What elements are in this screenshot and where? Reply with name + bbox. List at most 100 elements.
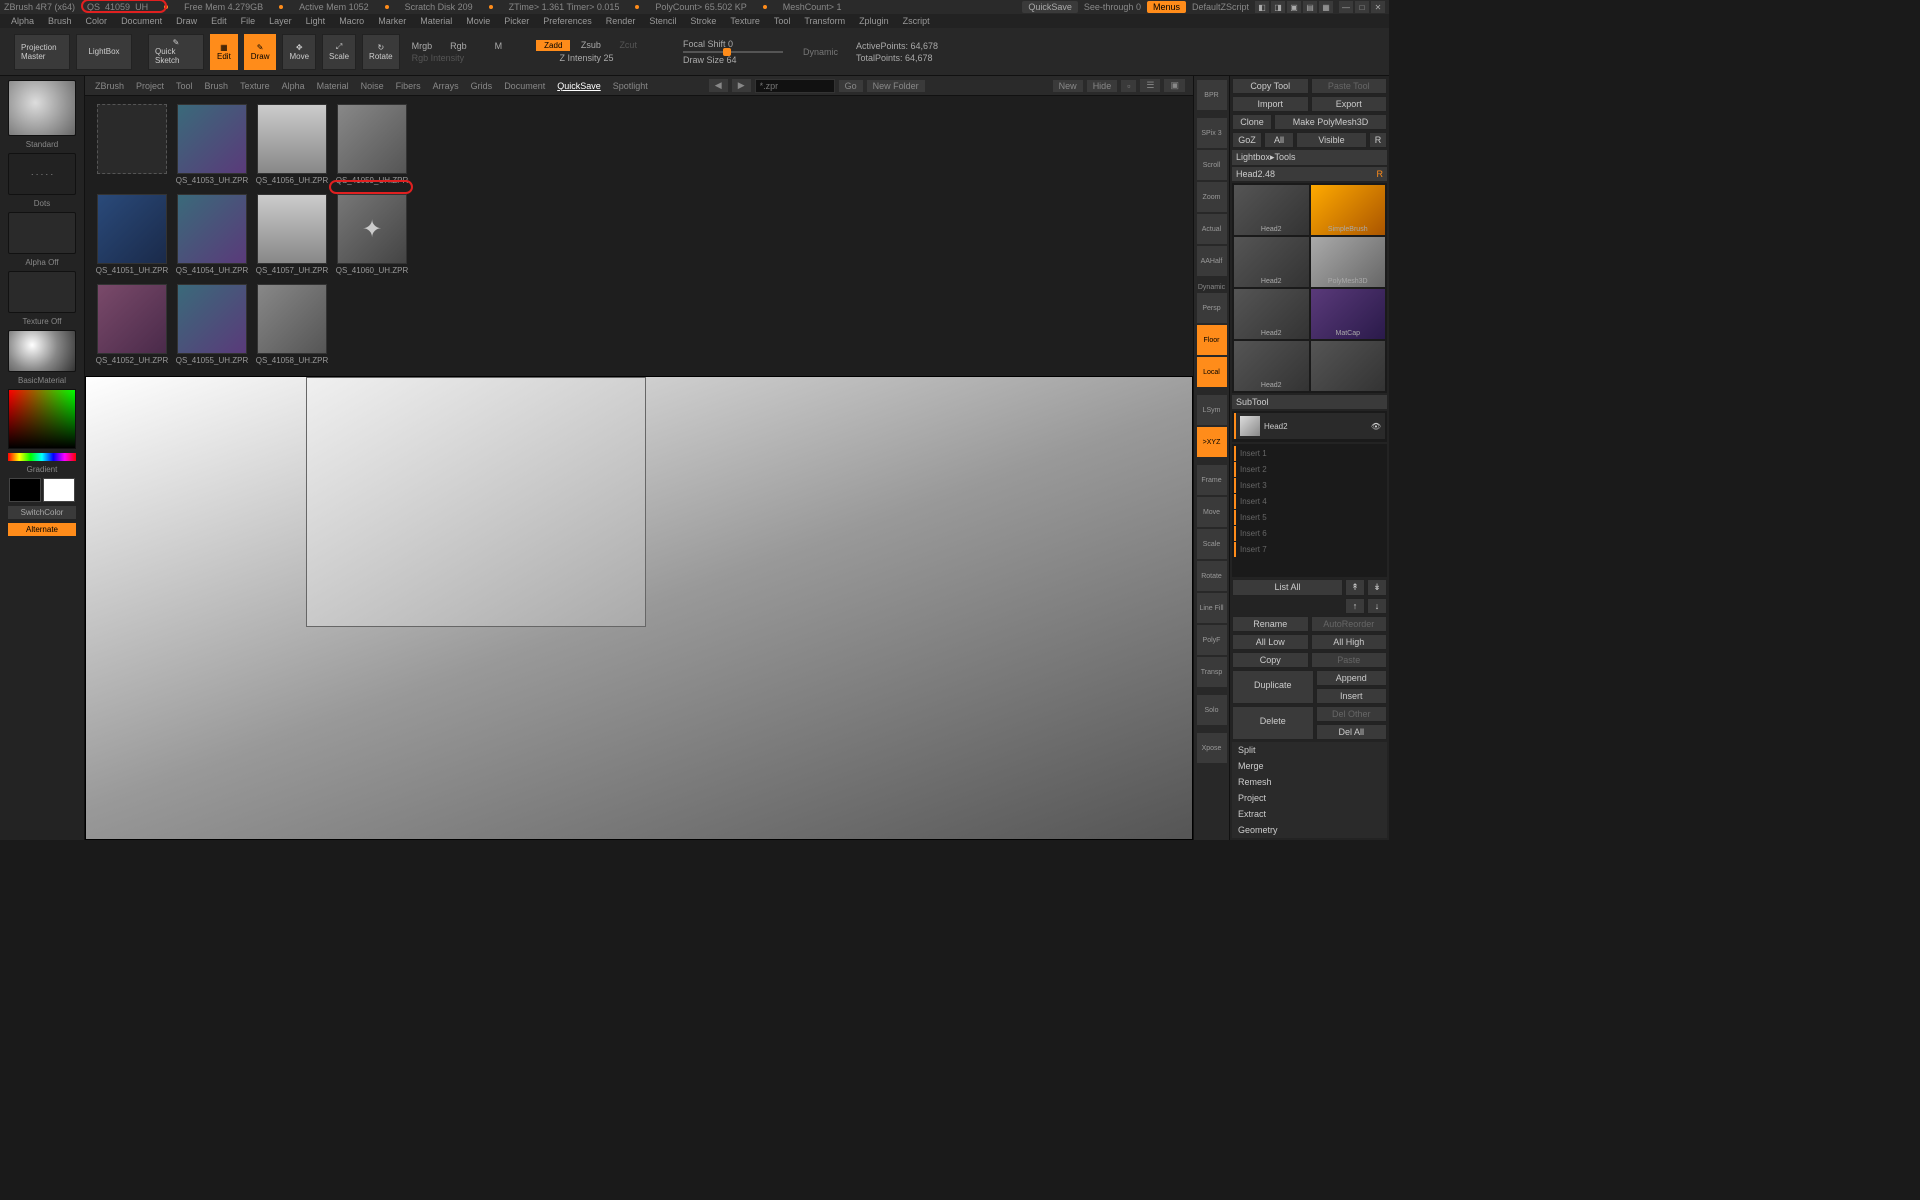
- section-project[interactable]: Project: [1232, 790, 1387, 806]
- rt-local[interactable]: Local: [1197, 357, 1227, 387]
- tool-thumb[interactable]: Head2: [1234, 237, 1309, 287]
- subtool-slot[interactable]: Insert 4: [1234, 494, 1385, 509]
- rt-linefill[interactable]: Line Fill: [1197, 593, 1227, 623]
- quicksave-thumb[interactable]: ✦QS_41060_UH.ZPR: [333, 194, 411, 282]
- tab-texture[interactable]: Texture: [238, 79, 272, 93]
- rt-solo[interactable]: Solo: [1197, 695, 1227, 725]
- menu-tool[interactable]: Tool: [769, 16, 796, 26]
- menu-texture[interactable]: Texture: [725, 16, 765, 26]
- quicksave-thumb[interactable]: QS_41058_UH.ZPR: [253, 284, 331, 372]
- menu-alpha[interactable]: Alpha: [6, 16, 39, 26]
- material-thumbnail[interactable]: [8, 330, 76, 372]
- quicksave-thumb[interactable]: QS_41054_UH.ZPR: [173, 194, 251, 282]
- menu-file[interactable]: File: [236, 16, 261, 26]
- subtool-slot[interactable]: Insert 2: [1234, 462, 1385, 477]
- clone-button[interactable]: Clone: [1232, 114, 1272, 130]
- subtool-header[interactable]: SubTool: [1232, 395, 1387, 409]
- tool-thumb[interactable]: MatCap: [1311, 289, 1386, 339]
- subtool-slot[interactable]: Insert 3: [1234, 478, 1385, 493]
- brush-thumbnail[interactable]: [8, 80, 76, 136]
- tool-thumb[interactable]: PolyMesh3D: [1311, 237, 1386, 287]
- tab-material[interactable]: Material: [315, 79, 351, 93]
- scale-button[interactable]: ⤢Scale: [322, 34, 356, 70]
- menu-draw[interactable]: Draw: [171, 16, 202, 26]
- menu-stroke[interactable]: Stroke: [685, 16, 721, 26]
- view-list-icon[interactable]: ☰: [1140, 79, 1160, 92]
- tool-thumb[interactable]: Head2: [1234, 289, 1309, 339]
- menus-button[interactable]: Menus: [1147, 1, 1186, 13]
- menu-picker[interactable]: Picker: [499, 16, 534, 26]
- current-tool-header[interactable]: Head2.48R: [1232, 167, 1387, 181]
- list-all-button[interactable]: List All: [1232, 579, 1343, 596]
- section-extract[interactable]: Extract: [1232, 806, 1387, 822]
- texture-thumbnail[interactable]: [8, 271, 76, 313]
- make-polymesh-button[interactable]: Make PolyMesh3D: [1274, 114, 1387, 130]
- new-button[interactable]: New: [1053, 80, 1083, 92]
- hide-button[interactable]: Hide: [1087, 80, 1118, 92]
- switchcolor-button[interactable]: SwitchColor: [8, 506, 76, 519]
- quicksave-button[interactable]: QuickSave: [1022, 1, 1078, 13]
- rt-lsym[interactable]: LSym: [1197, 395, 1227, 425]
- duplicate-button[interactable]: Duplicate: [1232, 670, 1314, 704]
- rt-scale[interactable]: Scale: [1197, 529, 1227, 559]
- rt-frame[interactable]: Frame: [1197, 465, 1227, 495]
- tool-thumb[interactable]: Head2: [1234, 341, 1309, 391]
- section-geometry[interactable]: Geometry: [1232, 822, 1387, 838]
- quicksave-thumb[interactable]: QS_41051_UH.ZPR: [93, 194, 171, 282]
- tab-tool[interactable]: Tool: [174, 79, 195, 93]
- menu-color[interactable]: Color: [81, 16, 113, 26]
- rt-move[interactable]: Move: [1197, 497, 1227, 527]
- quicksave-thumb[interactable]: QS_41055_UH.ZPR: [173, 284, 251, 372]
- subtool-active[interactable]: Head2👁: [1234, 413, 1385, 439]
- focal-shift-slider[interactable]: Focal Shift 0 Draw Size 64: [675, 39, 791, 65]
- menu-macro[interactable]: Macro: [334, 16, 369, 26]
- tool-thumb[interactable]: Head2: [1234, 185, 1309, 235]
- maximize-icon[interactable]: □: [1355, 1, 1369, 13]
- rt-xyz[interactable]: >XYZ: [1197, 427, 1227, 457]
- draw-button[interactable]: ✎Draw: [244, 34, 277, 70]
- menu-zplugin[interactable]: Zplugin: [854, 16, 894, 26]
- quicksave-thumb[interactable]: QS_41059_UH.ZPR: [333, 104, 411, 192]
- paste-tool-button[interactable]: Paste Tool: [1311, 78, 1388, 94]
- rt-floor[interactable]: Floor: [1197, 325, 1227, 355]
- tab-arrays[interactable]: Arrays: [431, 79, 461, 93]
- lightbox-button[interactable]: LightBox: [76, 34, 132, 70]
- tool-thumb[interactable]: [1311, 341, 1386, 391]
- menu-transform[interactable]: Transform: [799, 16, 850, 26]
- quicksave-thumb[interactable]: [93, 104, 171, 192]
- view-small-icon[interactable]: ▫: [1121, 80, 1136, 92]
- menu-material[interactable]: Material: [415, 16, 457, 26]
- menu-document[interactable]: Document: [116, 16, 167, 26]
- delete-button[interactable]: Delete: [1232, 706, 1314, 740]
- subtool-slot[interactable]: Insert 5: [1234, 510, 1385, 525]
- copy-tool-button[interactable]: Copy Tool: [1232, 78, 1309, 94]
- rt-bpr[interactable]: BPR: [1197, 80, 1227, 110]
- move-button[interactable]: ✥Move: [282, 34, 316, 70]
- newfolder-button[interactable]: New Folder: [867, 80, 925, 92]
- menu-light[interactable]: Light: [301, 16, 331, 26]
- section-remesh[interactable]: Remesh: [1232, 774, 1387, 790]
- tab-grids[interactable]: Grids: [469, 79, 495, 93]
- alpha-thumbnail[interactable]: [8, 212, 76, 254]
- rt-persp[interactable]: Persp: [1197, 293, 1227, 323]
- projection-master-button[interactable]: Projection Master: [14, 34, 70, 70]
- reference-overlay[interactable]: [306, 377, 646, 627]
- quicksave-thumb[interactable]: QS_41057_UH.ZPR: [253, 194, 331, 282]
- tab-zbrush[interactable]: ZBrush: [93, 79, 126, 93]
- search-input[interactable]: [755, 79, 835, 93]
- tab-fibers[interactable]: Fibers: [394, 79, 423, 93]
- rt-xpose[interactable]: Xpose: [1197, 733, 1227, 763]
- secondary-color[interactable]: [9, 478, 41, 502]
- goz-button[interactable]: GoZ: [1232, 132, 1262, 148]
- tab-brush[interactable]: Brush: [203, 79, 231, 93]
- nav-next-button[interactable]: ▶: [732, 79, 751, 92]
- view-grid-icon[interactable]: ▣: [1164, 79, 1185, 92]
- section-split[interactable]: Split: [1232, 742, 1387, 758]
- color-picker[interactable]: [8, 389, 76, 449]
- rt-aahalf[interactable]: AAHalf: [1197, 246, 1227, 276]
- stroke-thumbnail[interactable]: · · · · ·: [8, 153, 76, 195]
- primary-color[interactable]: [43, 478, 75, 502]
- close-icon[interactable]: ✕: [1371, 1, 1385, 13]
- copy-button[interactable]: Copy: [1232, 652, 1309, 668]
- minimize-icon[interactable]: —: [1339, 1, 1353, 13]
